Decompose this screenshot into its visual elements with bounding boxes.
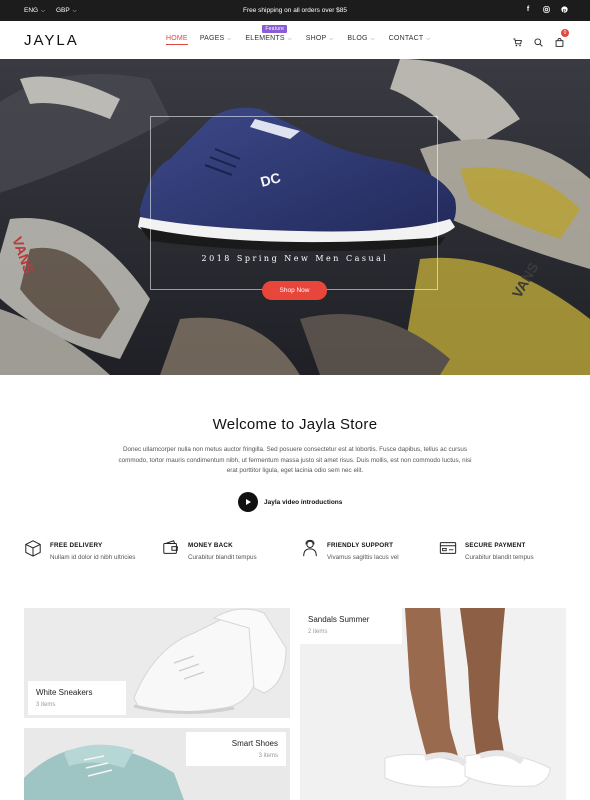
nav-item-shop[interactable]: SHOP ⌵ — [306, 35, 334, 42]
nav-item-elements[interactable]: ELEMENTS ⌵ Feature — [245, 25, 292, 42]
feature-desc: Nullam id dolor id nibh ultricies — [50, 554, 136, 561]
social-links: f p — [524, 6, 568, 15]
welcome-text: Donec ullamcorper nulla non metus auctor… — [118, 446, 472, 474]
feature-title: SECURE PAYMENT — [465, 542, 526, 549]
feature-money-back: MONEY BACK Curabitur blandit tempus — [162, 539, 278, 563]
category-label: Sandals Summer 2 items — [300, 608, 402, 644]
feature-title: FRIENDLY SUPPORT — [327, 542, 394, 549]
hero-caption: 2018 Spring New Men Casual — [201, 254, 389, 263]
cart-count-badge: 0 — [561, 29, 569, 37]
logo[interactable]: JAYLA — [24, 32, 79, 49]
main-nav: HOME PAGES ⌵ ELEMENTS ⌵ Feature SHOP ⌵ B… — [166, 25, 431, 45]
shop-now-button[interactable]: Shop Now — [262, 281, 327, 300]
video-intro-link[interactable]: Jayla video introductions — [238, 492, 342, 512]
category-count: 3 items — [258, 753, 278, 759]
site-header: JAYLA HOME PAGES ⌵ ELEMENTS ⌵ Feature SH… — [0, 21, 590, 59]
feature-friendly-support: FRIENDLY SUPPORT Vivamus sagittis lacus … — [301, 539, 417, 563]
feature-secure-payment: SECURE PAYMENT Curabitur blandit tempus — [439, 539, 555, 563]
category-name: White Sneakers — [36, 688, 93, 697]
chevron-down-icon: ⌵ — [370, 35, 375, 42]
chevron-down-icon: ⌵ — [426, 35, 431, 42]
category-name: Smart Shoes — [231, 739, 278, 748]
nav-item-pages[interactable]: PAGES ⌵ — [200, 35, 232, 42]
header-icons: 0 — [513, 29, 569, 47]
category-count: 3 items — [36, 702, 56, 708]
feature-title: MONEY BACK — [188, 542, 233, 549]
facebook-icon[interactable]: f — [524, 6, 532, 15]
feature-desc: Curabitur blandit tempus — [188, 554, 257, 561]
hero-banner: VANS VANS DC 2018 Spring New Men Casual … — [0, 59, 590, 375]
feature-title: FREE DELIVERY — [50, 542, 103, 549]
category-tile-white-sneakers[interactable]: White Sneakers 3 items — [24, 608, 290, 718]
category-tile-sandals-summer[interactable]: Sandals Summer 2 items — [300, 608, 566, 800]
nav-label: SHOP — [305, 35, 327, 42]
category-label: Smart Shoes 3 items — [186, 732, 286, 766]
svg-text:p: p — [563, 8, 566, 13]
nav-item-blog[interactable]: BLOG ⌵ — [347, 35, 374, 42]
credit-card-icon — [439, 539, 457, 557]
chevron-down-icon: ⌵ — [329, 35, 334, 42]
play-icon[interactable] — [238, 492, 258, 512]
video-label: Jayla video introductions — [264, 498, 343, 506]
instagram-icon[interactable] — [542, 6, 550, 15]
search-icon[interactable] — [534, 34, 543, 47]
chevron-down-icon: ⌵ — [287, 35, 292, 42]
feature-badge: Feature — [262, 25, 288, 33]
feature-desc: Vivamus sagittis lacus vel — [327, 554, 399, 561]
nav-item-contact[interactable]: CONTACT ⌵ — [389, 35, 431, 42]
delivery-box-icon — [24, 539, 42, 557]
hero-frame — [150, 116, 438, 290]
nav-item-home[interactable]: HOME — [166, 35, 188, 45]
nav-label: CONTACT — [388, 35, 424, 42]
category-count: 2 items — [308, 629, 328, 635]
category-label: White Sneakers 3 items — [28, 681, 126, 715]
chevron-down-icon: ⌵ — [227, 35, 232, 42]
cart-icon[interactable] — [513, 34, 522, 47]
wallet-icon — [162, 539, 180, 557]
nav-label: ELEMENTS — [245, 35, 285, 42]
feature-desc: Curabitur blandit tempus — [465, 554, 534, 561]
pinterest-icon[interactable]: p — [560, 6, 568, 15]
topbar: ENG ⌵ GBP ⌵ Free shipping on all orders … — [0, 0, 590, 21]
support-agent-icon — [301, 539, 319, 557]
category-tile-smart-shoes[interactable]: Smart Shoes 3 items — [24, 728, 290, 800]
nav-label: BLOG — [347, 35, 368, 42]
nav-label: HOME — [166, 35, 188, 42]
category-name: Sandals Summer — [308, 615, 370, 624]
promo-text: Free shipping on all orders over $85 — [242, 7, 348, 14]
bag-icon[interactable]: 0 — [555, 29, 569, 47]
welcome-title: Welcome to Jayla Store — [212, 416, 378, 433]
feature-free-delivery: FREE DELIVERY Nullam id dolor id nibh ul… — [24, 539, 140, 563]
nav-label: PAGES — [199, 35, 225, 42]
